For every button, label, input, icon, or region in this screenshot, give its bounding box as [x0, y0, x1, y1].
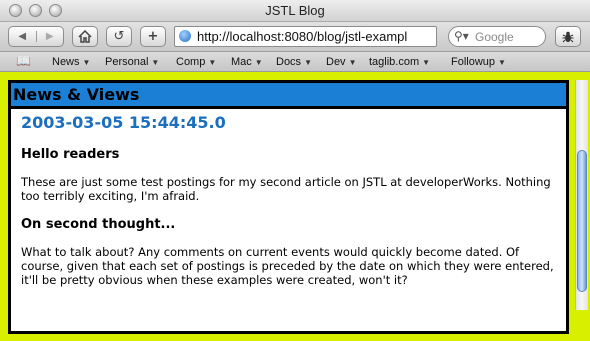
reload-button[interactable]: ↺	[106, 26, 132, 47]
bookmark-dev[interactable]: Dev ▼	[326, 56, 356, 68]
forward-arrow-icon[interactable]: ▶	[35, 31, 64, 42]
address-bar[interactable]: http://localhost:8080/blog/jstl-exampl	[174, 26, 437, 47]
chevron-down-icon: ▼	[151, 58, 160, 67]
post-title: Hello readers	[21, 147, 120, 162]
search-field[interactable]: ⚲▾ Google	[448, 26, 546, 47]
panel-header: News & Views	[11, 83, 566, 109]
bookmark-label: Followup	[451, 56, 496, 68]
chevron-down-icon: ▼	[208, 58, 217, 67]
post-title: On second thought...	[21, 217, 176, 232]
bookmark-label: Dev	[326, 56, 346, 68]
book-icon[interactable]: 📖	[16, 54, 31, 68]
bookmark-label: Comp	[176, 56, 206, 68]
bookmark-label: Docs	[276, 56, 302, 68]
vertical-scrollbar[interactable]	[575, 80, 588, 310]
plus-icon: +	[147, 29, 159, 44]
date-heading: 2003-03-05 15:44:45.0	[21, 113, 226, 132]
bookmark-news[interactable]: News ▼	[52, 56, 90, 68]
bookmark-label: Personal	[105, 56, 149, 68]
back-arrow-icon[interactable]: ◀	[9, 31, 36, 42]
globe-icon	[179, 30, 191, 42]
bookmark-mac[interactable]: Mac ▼	[231, 56, 263, 68]
home-icon	[78, 30, 92, 43]
chevron-down-icon: ▼	[254, 58, 263, 67]
add-bookmark-button[interactable]: +	[140, 26, 166, 47]
search-placeholder: Google	[475, 30, 514, 44]
bookmark-followup[interactable]: Followup ▼	[451, 56, 506, 68]
chevron-down-icon: ▼	[304, 58, 312, 67]
scrollbar-thumb[interactable]	[577, 150, 587, 292]
window-title: JSTL Blog	[265, 3, 325, 18]
chevron-down-icon: ▼	[498, 58, 506, 67]
url-text: http://localhost:8080/blog/jstl-exampl	[197, 29, 408, 44]
bookmark-docs[interactable]: Docs ▼	[276, 56, 312, 68]
bookmark-label: Mac	[231, 56, 252, 68]
bookmark-personal[interactable]: Personal ▼	[105, 56, 159, 68]
browser-toolbar: ◀ ▶ ↺ + http://localhost:8080/blog/jstl-…	[0, 22, 590, 52]
panel-title: News & Views	[13, 85, 140, 104]
back-forward-buttons: ◀ ▶	[8, 26, 64, 47]
reload-icon: ↺	[113, 29, 125, 44]
magnifier-icon: ⚲▾	[454, 29, 469, 43]
window-titlebar: JSTL Blog	[0, 0, 590, 22]
chevron-down-icon: ▼	[422, 58, 431, 67]
bookmark-taglib[interactable]: taglib.com ▼	[369, 56, 430, 68]
bookmark-comp[interactable]: Comp ▼	[176, 56, 216, 68]
chevron-down-icon: ▼	[82, 58, 91, 67]
bookmarks-bar: 📖 News ▼ Personal ▼ Comp ▼ Mac ▼ Docs ▼ Dev ▼ …	[0, 52, 590, 72]
home-button[interactable]	[72, 26, 98, 47]
bug-button[interactable]	[555, 26, 581, 47]
post-body: These are just some test postings for my…	[21, 175, 551, 203]
chevron-down-icon: ▼	[348, 58, 357, 67]
panel-body: 2003-03-05 15:44:45.0 Hello readers Thes…	[21, 113, 556, 301]
bookmark-label: News	[52, 56, 80, 68]
bug-icon	[562, 31, 574, 42]
bookmark-label: taglib.com	[369, 56, 420, 68]
page-viewport: News & Views 2003-03-05 15:44:45.0 Hello…	[0, 72, 590, 341]
post-body: What to talk about? Any comments on curr…	[21, 245, 554, 287]
news-panel: News & Views 2003-03-05 15:44:45.0 Hello…	[8, 80, 569, 334]
